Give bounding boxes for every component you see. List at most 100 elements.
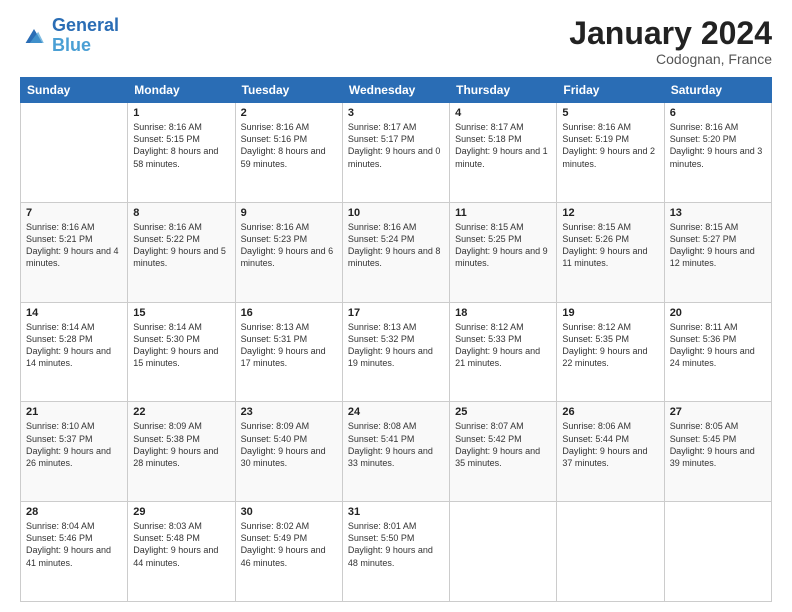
week-row: 1 Sunrise: 8:16 AM Sunset: 5:15 PM Daylig… xyxy=(21,103,772,203)
header-day-tuesday: Tuesday xyxy=(235,78,342,103)
week-row: 14 Sunrise: 8:14 AM Sunset: 5:28 PM Dayli… xyxy=(21,302,772,402)
calendar-cell: 4Sunrise: 8:17 AM Sunset: 5:18 PM Daylig… xyxy=(450,103,557,203)
day-number: 14 xyxy=(26,307,122,319)
calendar-cell: 9 Sunrise: 8:16 AM Sunset: 5:23 PM Daylig… xyxy=(235,202,342,302)
header-day-friday: Friday xyxy=(557,78,664,103)
cell-info: Sunrise: 8:12 AM Sunset: 5:35 PM Dayligh… xyxy=(562,321,658,370)
cell-info: Sunrise: 8:16 AM Sunset: 5:16 PM Dayligh… xyxy=(241,121,337,170)
cell-info: Sunrise: 8:16 AM Sunset: 5:22 PM Dayligh… xyxy=(133,221,229,270)
header-day-monday: Monday xyxy=(128,78,235,103)
day-number: 25 xyxy=(455,406,551,418)
day-number: 8 xyxy=(133,207,229,219)
day-number: 16 xyxy=(241,307,337,319)
day-number: 15 xyxy=(133,307,229,319)
calendar-cell: 26 Sunrise: 8:06 AM Sunset: 5:44 PM Dayli… xyxy=(557,402,664,502)
logo: GeneralBlue xyxy=(20,16,119,56)
title-block: January 2024 Codognan, France xyxy=(569,16,772,67)
logo-text: GeneralBlue xyxy=(52,16,119,56)
calendar-cell: 22 Sunrise: 8:09 AM Sunset: 5:38 PM Dayli… xyxy=(128,402,235,502)
calendar-cell: 2Sunrise: 8:16 AM Sunset: 5:16 PM Daylig… xyxy=(235,103,342,203)
day-number: 20 xyxy=(670,307,766,319)
calendar-cell: 18 Sunrise: 8:12 AM Sunset: 5:33 PM Dayli… xyxy=(450,302,557,402)
header: GeneralBlue January 2024 Codognan, Franc… xyxy=(20,16,772,67)
day-number: 26 xyxy=(562,406,658,418)
calendar-cell: 15 Sunrise: 8:14 AM Sunset: 5:30 PM Dayli… xyxy=(128,302,235,402)
calendar-cell: 12 Sunrise: 8:15 AM Sunset: 5:26 PM Dayli… xyxy=(557,202,664,302)
calendar-cell: 6 Sunrise: 8:16 AM Sunset: 5:20 PM Daylig… xyxy=(664,103,771,203)
day-number: 11 xyxy=(455,207,551,219)
week-row: 21Sunrise: 8:10 AM Sunset: 5:37 PM Dayli… xyxy=(21,402,772,502)
cell-info: Sunrise: 8:14 AM Sunset: 5:28 PM Dayligh… xyxy=(26,321,122,370)
cell-info: Sunrise: 8:15 AM Sunset: 5:27 PM Dayligh… xyxy=(670,221,766,270)
calendar-cell: 17 Sunrise: 8:13 AM Sunset: 5:32 PM Dayli… xyxy=(342,302,449,402)
header-day-sunday: Sunday xyxy=(21,78,128,103)
day-number: 19 xyxy=(562,307,658,319)
week-row: 28Sunrise: 8:04 AM Sunset: 5:46 PM Dayli… xyxy=(21,502,772,602)
day-number: 13 xyxy=(670,207,766,219)
day-number: 17 xyxy=(348,307,444,319)
cell-info: Sunrise: 8:16 AM Sunset: 5:23 PM Dayligh… xyxy=(241,221,337,270)
day-number: 9 xyxy=(241,207,337,219)
cell-info: Sunrise: 8:16 AM Sunset: 5:20 PM Dayligh… xyxy=(670,121,766,170)
cell-info: Sunrise: 8:08 AM Sunset: 5:41 PM Dayligh… xyxy=(348,420,444,469)
cell-info: Sunrise: 8:16 AM Sunset: 5:19 PM Dayligh… xyxy=(562,121,658,170)
calendar-cell: 30 Sunrise: 8:02 AM Sunset: 5:49 PM Dayli… xyxy=(235,502,342,602)
week-row: 7Sunrise: 8:16 AM Sunset: 5:21 PM Daylig… xyxy=(21,202,772,302)
cell-info: Sunrise: 8:14 AM Sunset: 5:30 PM Dayligh… xyxy=(133,321,229,370)
calendar-cell xyxy=(664,502,771,602)
day-number: 3 xyxy=(348,107,444,119)
calendar-cell: 19 Sunrise: 8:12 AM Sunset: 5:35 PM Dayli… xyxy=(557,302,664,402)
cell-info: Sunrise: 8:09 AM Sunset: 5:38 PM Dayligh… xyxy=(133,420,229,469)
day-number: 6 xyxy=(670,107,766,119)
calendar-cell: 10 Sunrise: 8:16 AM Sunset: 5:24 PM Dayli… xyxy=(342,202,449,302)
day-number: 27 xyxy=(670,406,766,418)
day-number: 12 xyxy=(562,207,658,219)
cell-info: Sunrise: 8:13 AM Sunset: 5:31 PM Dayligh… xyxy=(241,321,337,370)
cell-info: Sunrise: 8:16 AM Sunset: 5:15 PM Dayligh… xyxy=(133,121,229,170)
calendar-cell xyxy=(557,502,664,602)
cell-info: Sunrise: 8:02 AM Sunset: 5:49 PM Dayligh… xyxy=(241,520,337,569)
location: Codognan, France xyxy=(569,51,772,67)
day-number: 18 xyxy=(455,307,551,319)
calendar-cell: 24Sunrise: 8:08 AM Sunset: 5:41 PM Dayli… xyxy=(342,402,449,502)
calendar-cell: 28Sunrise: 8:04 AM Sunset: 5:46 PM Dayli… xyxy=(21,502,128,602)
calendar-cell: 27 Sunrise: 8:05 AM Sunset: 5:45 PM Dayli… xyxy=(664,402,771,502)
day-number: 30 xyxy=(241,506,337,518)
cell-info: Sunrise: 8:15 AM Sunset: 5:25 PM Dayligh… xyxy=(455,221,551,270)
cell-info: Sunrise: 8:01 AM Sunset: 5:50 PM Dayligh… xyxy=(348,520,444,569)
day-number: 22 xyxy=(133,406,229,418)
day-number: 29 xyxy=(133,506,229,518)
day-number: 31 xyxy=(348,506,444,518)
calendar-cell: 31 Sunrise: 8:01 AM Sunset: 5:50 PM Dayli… xyxy=(342,502,449,602)
cell-info: Sunrise: 8:05 AM Sunset: 5:45 PM Dayligh… xyxy=(670,420,766,469)
day-number: 10 xyxy=(348,207,444,219)
day-number: 1 xyxy=(133,107,229,119)
cell-info: Sunrise: 8:03 AM Sunset: 5:48 PM Dayligh… xyxy=(133,520,229,569)
cell-info: Sunrise: 8:17 AM Sunset: 5:17 PM Dayligh… xyxy=(348,121,444,170)
cell-info: Sunrise: 8:16 AM Sunset: 5:24 PM Dayligh… xyxy=(348,221,444,270)
calendar-cell: 14 Sunrise: 8:14 AM Sunset: 5:28 PM Dayli… xyxy=(21,302,128,402)
logo-icon xyxy=(20,22,48,50)
calendar-cell: 25Sunrise: 8:07 AM Sunset: 5:42 PM Dayli… xyxy=(450,402,557,502)
cell-info: Sunrise: 8:04 AM Sunset: 5:46 PM Dayligh… xyxy=(26,520,122,569)
cell-info: Sunrise: 8:06 AM Sunset: 5:44 PM Dayligh… xyxy=(562,420,658,469)
cell-info: Sunrise: 8:10 AM Sunset: 5:37 PM Dayligh… xyxy=(26,420,122,469)
cell-info: Sunrise: 8:12 AM Sunset: 5:33 PM Dayligh… xyxy=(455,321,551,370)
calendar-cell: 5 Sunrise: 8:16 AM Sunset: 5:19 PM Daylig… xyxy=(557,103,664,203)
day-number: 5 xyxy=(562,107,658,119)
calendar-cell: 8 Sunrise: 8:16 AM Sunset: 5:22 PM Daylig… xyxy=(128,202,235,302)
calendar-cell: 11 Sunrise: 8:15 AM Sunset: 5:25 PM Dayli… xyxy=(450,202,557,302)
calendar-cell xyxy=(21,103,128,203)
day-number: 23 xyxy=(241,406,337,418)
cell-info: Sunrise: 8:15 AM Sunset: 5:26 PM Dayligh… xyxy=(562,221,658,270)
calendar-cell: 23 Sunrise: 8:09 AM Sunset: 5:40 PM Dayli… xyxy=(235,402,342,502)
cell-info: Sunrise: 8:11 AM Sunset: 5:36 PM Dayligh… xyxy=(670,321,766,370)
calendar-cell: 7Sunrise: 8:16 AM Sunset: 5:21 PM Daylig… xyxy=(21,202,128,302)
cell-info: Sunrise: 8:09 AM Sunset: 5:40 PM Dayligh… xyxy=(241,420,337,469)
calendar-cell xyxy=(450,502,557,602)
day-number: 4 xyxy=(455,107,551,119)
header-day-saturday: Saturday xyxy=(664,78,771,103)
calendar-cell: 3 Sunrise: 8:17 AM Sunset: 5:17 PM Daylig… xyxy=(342,103,449,203)
cell-info: Sunrise: 8:13 AM Sunset: 5:32 PM Dayligh… xyxy=(348,321,444,370)
header-row: SundayMondayTuesdayWednesdayThursdayFrid… xyxy=(21,78,772,103)
